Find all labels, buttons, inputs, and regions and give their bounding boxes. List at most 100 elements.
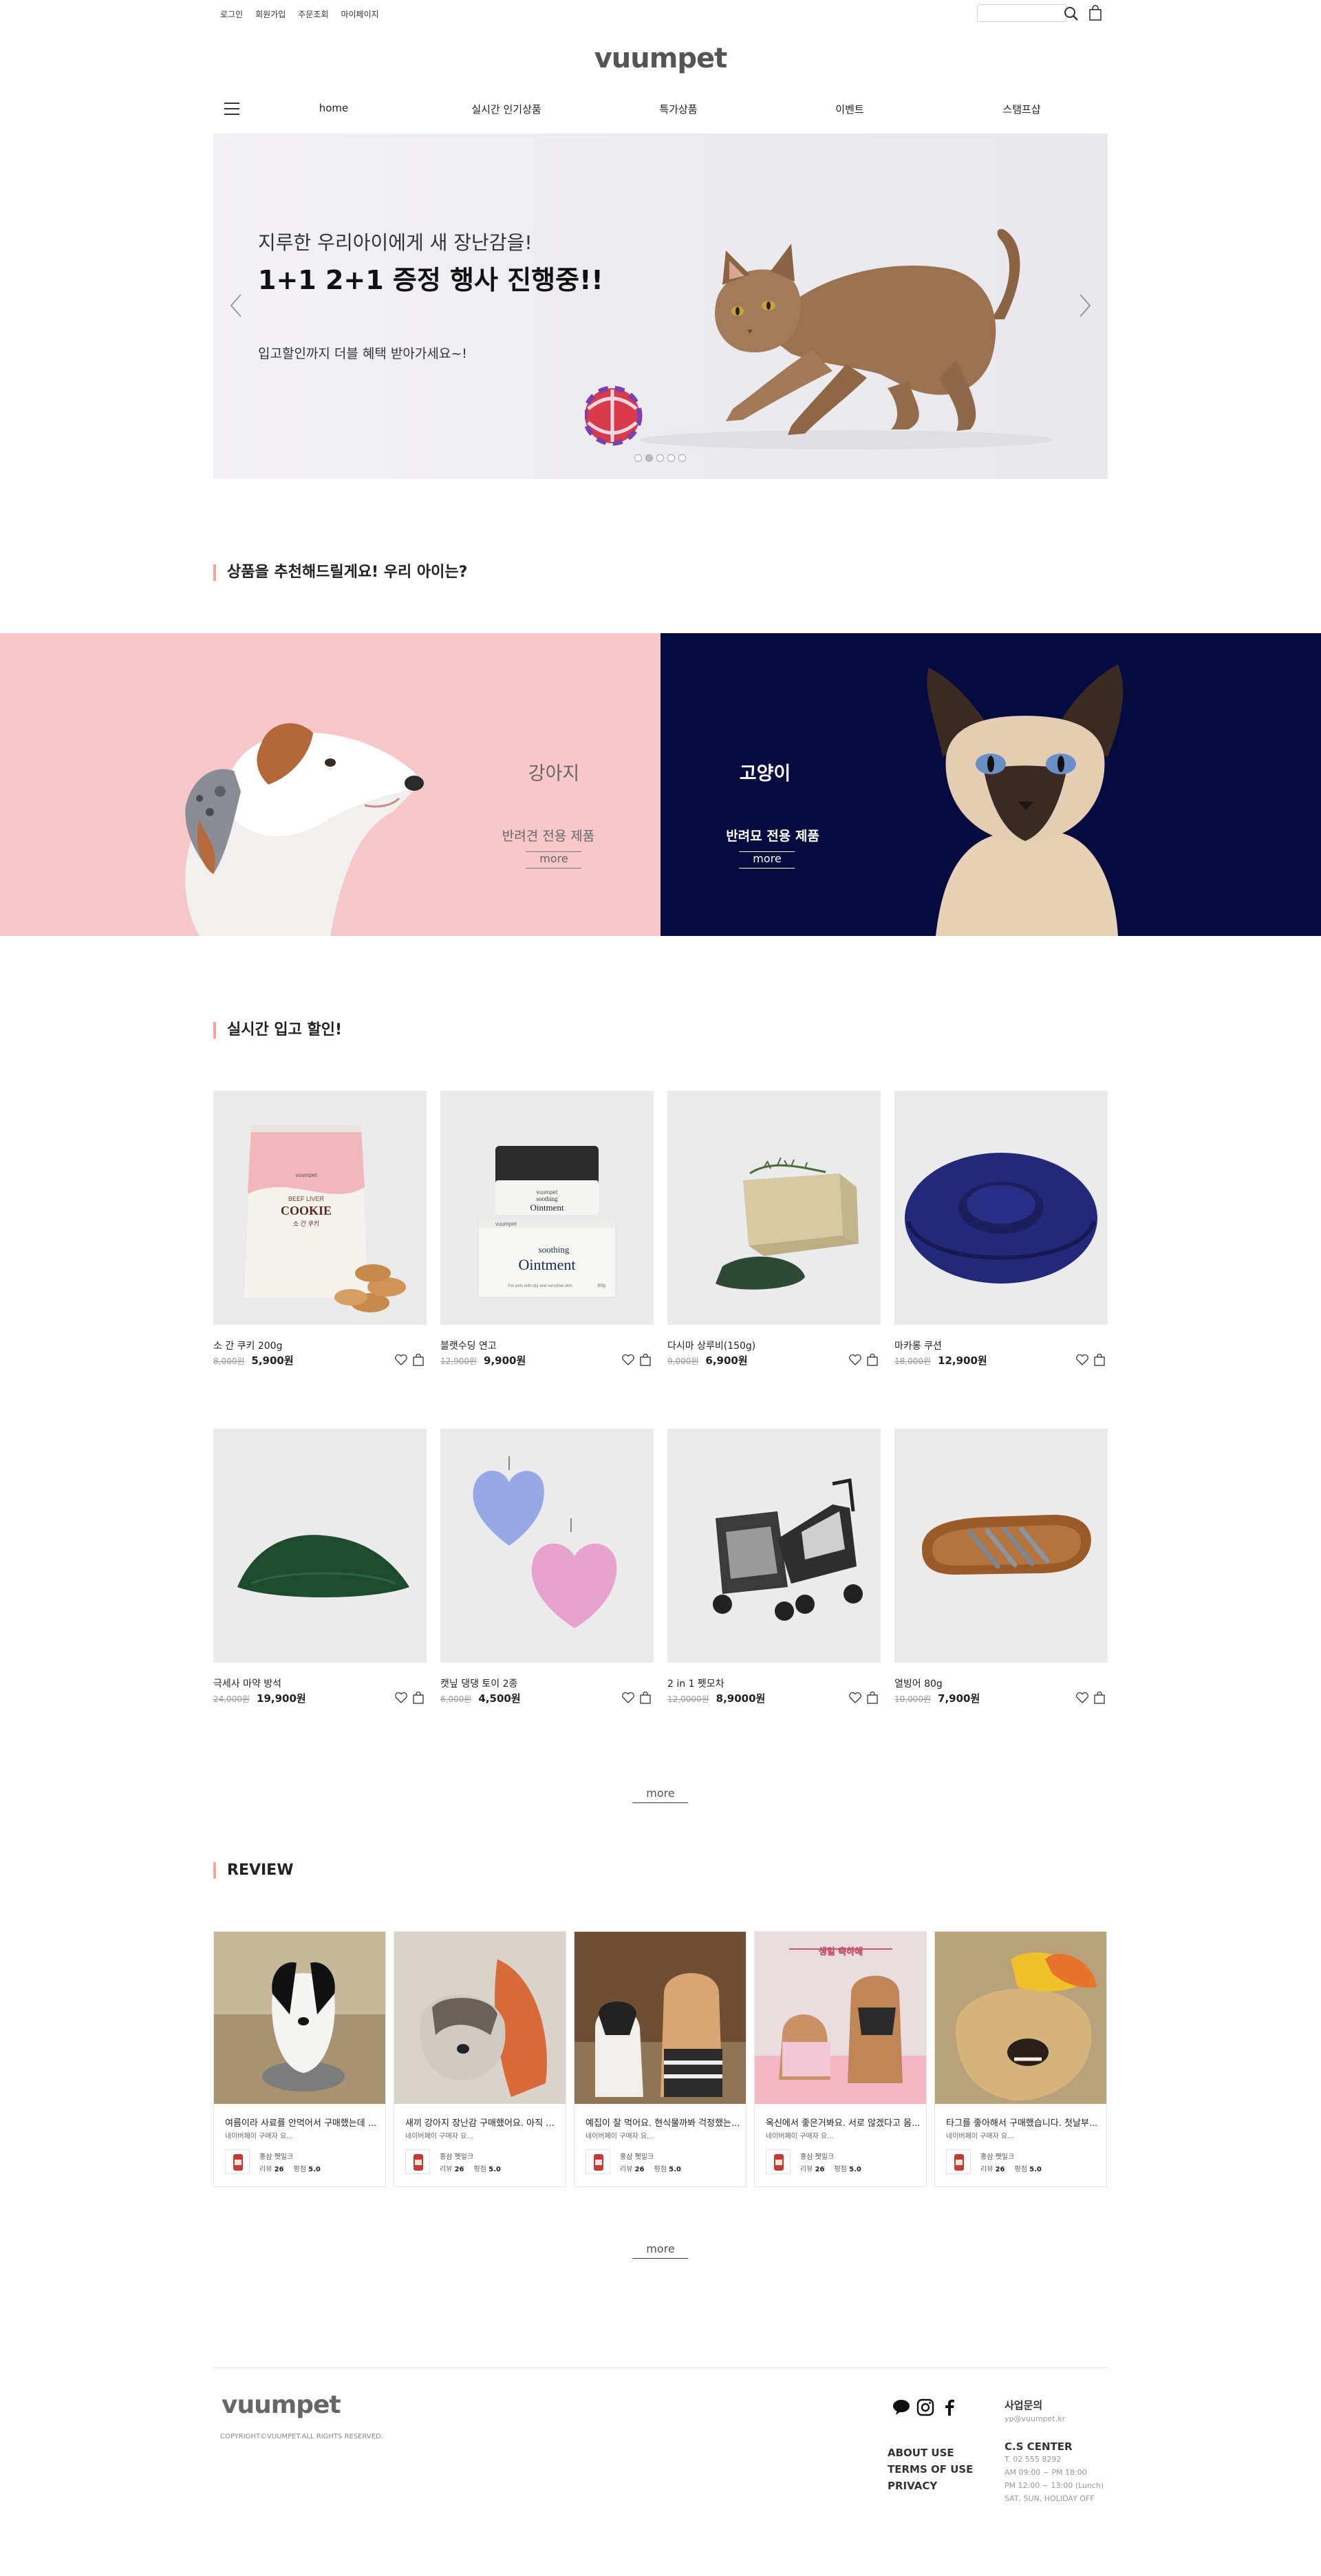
review-rating-label: 평점 xyxy=(654,2166,667,2173)
nav-realtime-popular[interactable]: 실시간 인기상품 xyxy=(471,102,541,116)
product-name[interactable]: 소 간 쿠키 200g xyxy=(213,1339,282,1352)
shopping-bag-icon[interactable] xyxy=(638,1691,652,1705)
reviewed-product-thumbnail[interactable] xyxy=(766,2149,791,2174)
review-photo[interactable] xyxy=(214,1932,385,2104)
dog-with-toy-photo xyxy=(935,1932,1106,2104)
slide-dot[interactable] xyxy=(656,454,664,462)
shopping-bag-icon[interactable] xyxy=(1093,1353,1106,1367)
product-card[interactable]: vuumpet soothing Ointment vuumpet soothi… xyxy=(440,1091,654,1367)
product-card[interactable]: 극세사 마약 방석 24,000원 19,900원 xyxy=(213,1429,427,1705)
facebook-icon[interactable] xyxy=(940,2398,959,2417)
dog-photo xyxy=(394,1932,566,2104)
business-email[interactable]: yp@vuumpet.kr xyxy=(1005,2412,1104,2425)
hero-prev-arrow-icon[interactable] xyxy=(226,292,246,319)
original-price: 10,000원 xyxy=(894,1694,932,1704)
reviewed-product-name: 홍삼 펫밀크 xyxy=(800,2153,835,2161)
cat-category-panel[interactable]: 고양이 반려묘 전용 제품 more xyxy=(660,633,1321,936)
shopping-bag-icon[interactable] xyxy=(866,1353,879,1367)
shopping-bag-icon[interactable] xyxy=(866,1691,879,1705)
terms-link[interactable]: TERMS OF USE xyxy=(888,2461,973,2478)
product-card[interactable]: 다시마 상루비(150g) 9,000원 6,900원 xyxy=(667,1091,881,1367)
product-name[interactable]: 열빙어 80g xyxy=(894,1676,943,1690)
order-lookup-link[interactable]: 주문조회 xyxy=(298,8,328,20)
review-photo[interactable] xyxy=(935,1932,1106,2104)
hero-next-arrow-icon[interactable] xyxy=(1075,292,1095,319)
review-card[interactable]: 새끼 강아지 장난감 구매했어요. 아직 ... 네이버페이 구매자 요... … xyxy=(394,1931,566,2187)
product-thumbnail[interactable] xyxy=(213,1429,427,1663)
mypage-link[interactable]: 마이페이지 xyxy=(341,8,378,20)
nav-stamp-shop[interactable]: 스탬프샵 xyxy=(1002,102,1040,116)
review-card[interactable]: 예집이 잘 먹어요. 현식물까봐 걱정했는... 네이버페이 구매자 요... … xyxy=(574,1931,747,2187)
product-card[interactable]: 마카롱 쿠션 18,000원 12,900원 xyxy=(894,1091,1108,1367)
product-card[interactable]: 열빙어 80g 10,000원 7,900원 xyxy=(894,1429,1108,1705)
reviewed-product-thumbnail[interactable] xyxy=(225,2149,250,2174)
heart-icon[interactable] xyxy=(848,1354,862,1366)
privacy-link[interactable]: PRIVACY xyxy=(888,2478,973,2494)
slide-dot[interactable] xyxy=(667,454,675,462)
search-input[interactable] xyxy=(978,5,1066,21)
review-title: 타그를 좋아해서 구매했습니다. 첫날부... xyxy=(946,2118,1098,2129)
product-thumbnail[interactable] xyxy=(440,1429,654,1663)
footer-links: ABOUT USE TERMS OF USE PRIVACY xyxy=(888,2445,973,2494)
reviewed-product-thumbnail[interactable] xyxy=(405,2149,430,2174)
shopping-bag-icon[interactable] xyxy=(411,1691,425,1705)
review-card[interactable]: 여름이라 사료를 안먹어서 구매했는데 ... 네이버페이 구매자 요... 홍… xyxy=(213,1931,386,2187)
product-card[interactable]: 2 in 1 펫모차 12,0000원 8,9000원 xyxy=(667,1429,881,1705)
review-count: 26 xyxy=(454,2166,464,2173)
footer-contact-info: 사업문의 yp@vuumpet.kr C.S CENTER T. 02 555 … xyxy=(1005,2398,1104,2505)
product-name[interactable]: 2 in 1 펫모차 xyxy=(667,1676,724,1690)
products-more-button[interactable]: more xyxy=(632,1787,689,1803)
review-photo[interactable]: 생일 축하해 xyxy=(755,1932,926,2104)
product-thumbnail[interactable] xyxy=(667,1429,881,1663)
product-name[interactable]: 블랫수딩 연고 xyxy=(440,1339,497,1352)
site-logo[interactable]: vuumpet xyxy=(0,43,1321,74)
product-thumbnail[interactable]: vuumpet BEEF LIVER COOKIE 소 간 쿠키 xyxy=(213,1091,427,1325)
reviewed-product-thumbnail[interactable] xyxy=(586,2149,610,2174)
heart-icon[interactable] xyxy=(394,1354,408,1366)
review-photo[interactable] xyxy=(574,1932,746,2104)
search-icon[interactable] xyxy=(1063,6,1080,22)
product-name[interactable]: 캣닢 댕댕 토이 2종 xyxy=(440,1676,517,1690)
slide-dot[interactable] xyxy=(634,454,642,462)
heart-icon[interactable] xyxy=(1075,1692,1089,1704)
heart-icon[interactable] xyxy=(848,1692,862,1704)
hamburger-menu-icon[interactable] xyxy=(223,100,241,118)
shopping-bag-icon[interactable] xyxy=(638,1353,652,1367)
dog-more-link[interactable]: more xyxy=(526,851,582,869)
heart-icon[interactable] xyxy=(621,1692,635,1704)
reviews-more-button[interactable]: more xyxy=(632,2242,689,2259)
shopping-bag-icon[interactable] xyxy=(1093,1691,1106,1705)
product-name[interactable]: 극세사 마약 방석 xyxy=(213,1676,281,1690)
product-name[interactable]: 다시마 상루비(150g) xyxy=(667,1339,755,1352)
heart-icon[interactable] xyxy=(621,1354,635,1366)
chat-icon[interactable] xyxy=(892,2398,911,2417)
cat-more-link[interactable]: more xyxy=(739,851,795,869)
product-thumbnail[interactable]: vuumpet soothing Ointment vuumpet soothi… xyxy=(440,1091,654,1325)
hero-banner[interactable]: 지루한 우리아이에게 새 장난감을! 1+1 2+1 증정 행사 진행중!! 입… xyxy=(213,134,1108,479)
heart-icon[interactable] xyxy=(394,1692,408,1704)
nav-events[interactable]: 이벤트 xyxy=(835,102,863,116)
product-thumbnail[interactable] xyxy=(667,1091,881,1325)
product-card[interactable]: 캣닢 댕댕 토이 2종 6,000원 4,500원 xyxy=(440,1429,654,1705)
footer-logo[interactable]: vuumpet xyxy=(222,2391,341,2419)
shopping-bag-icon[interactable] xyxy=(1087,5,1104,21)
review-card[interactable]: 타그를 좋아해서 구매했습니다. 첫날부... 네이버페이 구매자 요... 홍… xyxy=(934,1931,1107,2187)
slide-dot[interactable] xyxy=(678,454,686,462)
heart-icon[interactable] xyxy=(1075,1354,1089,1366)
product-card[interactable]: vuumpet BEEF LIVER COOKIE 소 간 쿠키 소 간 쿠키 … xyxy=(213,1091,427,1367)
signup-link[interactable]: 회원가입 xyxy=(255,8,286,20)
login-link[interactable]: 로그인 xyxy=(220,8,243,20)
product-thumbnail[interactable] xyxy=(894,1429,1108,1663)
reviewed-product-thumbnail[interactable] xyxy=(946,2149,971,2174)
shopping-bag-icon[interactable] xyxy=(411,1353,425,1367)
dog-category-panel[interactable]: 강아지 반려견 전용 제품 more xyxy=(0,633,660,936)
instagram-icon[interactable] xyxy=(916,2398,935,2417)
review-photo[interactable] xyxy=(394,1932,566,2104)
review-card[interactable]: 생일 축하해 옥신에서 좋은거봐요. 서로 않겠다고 몸... 네이버페이 구매… xyxy=(754,1931,927,2187)
about-link[interactable]: ABOUT USE xyxy=(888,2445,973,2461)
nav-home[interactable]: home xyxy=(319,102,349,114)
nav-special-deals[interactable]: 특가상품 xyxy=(659,102,697,116)
product-name[interactable]: 마카롱 쿠션 xyxy=(894,1339,942,1352)
slide-dot-active[interactable] xyxy=(645,454,653,462)
product-thumbnail[interactable] xyxy=(894,1091,1108,1325)
